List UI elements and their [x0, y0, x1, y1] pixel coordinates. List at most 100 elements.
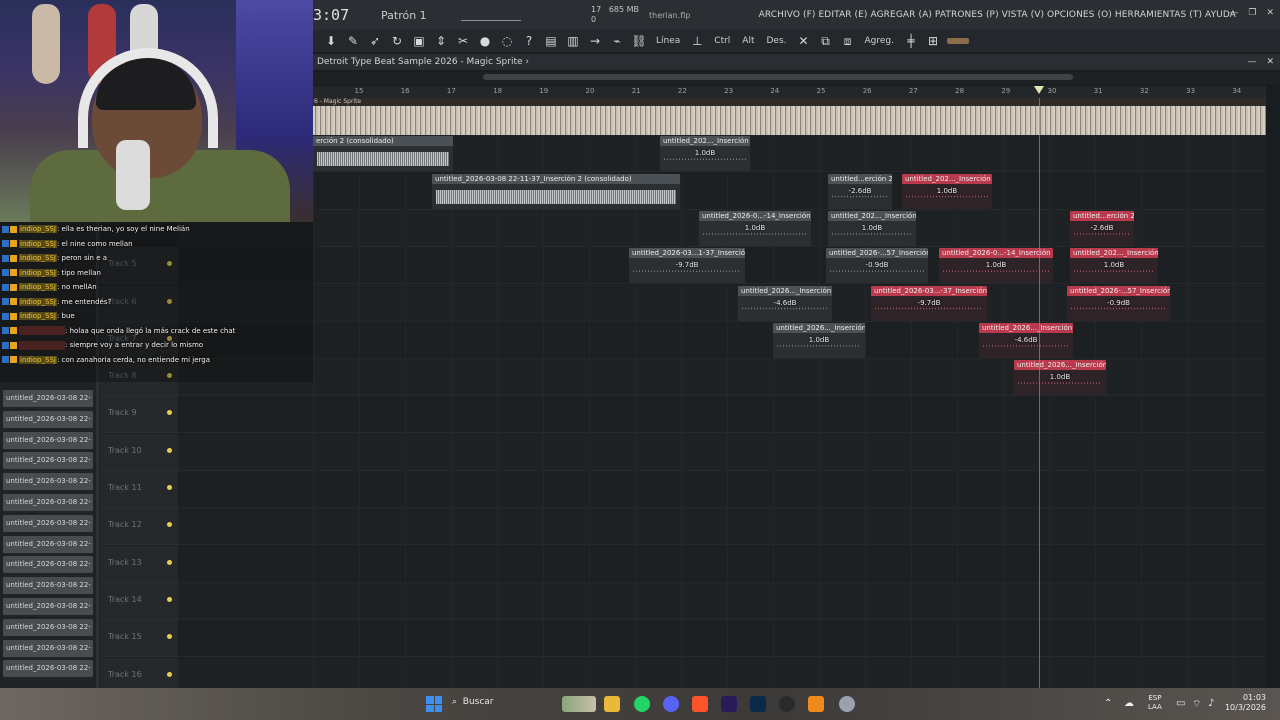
- photoshop-icon[interactable]: [750, 696, 766, 712]
- browser-item[interactable]: untitled_2026-03-08 22-: [3, 556, 93, 574]
- main-menu[interactable]: ARCHIVO (F) EDITAR (E) AGREGAR (A) PATRO…: [759, 10, 1280, 20]
- brave-icon[interactable]: [692, 696, 708, 712]
- browser-item[interactable]: untitled_2026-03-08 22-: [3, 514, 93, 532]
- taskbar-search[interactable]: ⌕ Buscar: [452, 697, 494, 707]
- track-lane[interactable]: [178, 173, 1266, 210]
- ctrl-button[interactable]: Ctrl: [711, 36, 733, 46]
- audio-clip[interactable]: untitled_2026-...57_Inserción 2 -0.9dB: [1067, 285, 1170, 321]
- playlist-icon[interactable]: ▤: [543, 33, 559, 49]
- wifi-icon[interactable]: ⌔: [1192, 698, 1201, 711]
- close-icon[interactable]: ✕: [1266, 54, 1274, 70]
- track-active-led[interactable]: [167, 634, 172, 640]
- mic-icon[interactable]: ●: [477, 33, 493, 49]
- audio-clip[interactable]: untitled_2026..._Inserción 2 -4.6dB: [979, 322, 1073, 358]
- track-active-led[interactable]: [167, 596, 172, 602]
- track-header[interactable]: Track 13: [100, 545, 178, 583]
- audio-clip[interactable]: untitled_2026-0...-14_Inserción 2 1.0dB: [699, 210, 811, 246]
- browser-item[interactable]: untitled_2026-03-08 22-: [3, 431, 93, 449]
- close-icon[interactable]: ✕: [1266, 8, 1274, 18]
- cut-icon[interactable]: ✂: [455, 33, 471, 49]
- browser-item[interactable]: untitled_2026-03-08 22-: [3, 410, 93, 428]
- browser-item[interactable]: untitled_2026-03-08 22-: [3, 660, 93, 678]
- onedrive-icon[interactable]: ☁: [1124, 698, 1134, 709]
- audio-clip[interactable]: untitled_2026-0...-14_Inserción 2 1.0dB: [939, 248, 1053, 284]
- link-icon[interactable]: ⛓: [631, 33, 647, 49]
- audio-clip[interactable]: untitled_202..._Inserción 2 1.0dB: [828, 210, 916, 246]
- audio-clip[interactable]: untitled_202..._Inserción 2 1.0dB: [1070, 248, 1158, 284]
- playhead-marker[interactable]: [1034, 86, 1044, 94]
- des-button[interactable]: Des.: [763, 36, 789, 46]
- audio-clip[interactable]: erción 2 (consolidado): [313, 136, 453, 172]
- timeline-ruler[interactable]: 15 16 17 18 19 20 21 22 23 24 25 26 27 28 29 30 31 32 33 34: [313, 86, 1266, 98]
- slider-icon[interactable]: [947, 38, 969, 44]
- piano-icon[interactable]: ▥: [565, 33, 581, 49]
- audio-clip[interactable]: untitled_202..._Inserción 2 1.0dB: [660, 136, 750, 172]
- track-lane[interactable]: [178, 508, 1266, 546]
- track-lane[interactable]: [178, 657, 1266, 688]
- track-active-led[interactable]: [167, 410, 172, 416]
- brush-icon[interactable]: ➶: [367, 33, 383, 49]
- browser-item[interactable]: untitled_2026-03-08 22-: [3, 390, 93, 407]
- plug-icon[interactable]: ⌁: [609, 33, 625, 49]
- arrow-icon[interactable]: →: [587, 33, 603, 49]
- file-explorer-icon[interactable]: [604, 696, 620, 712]
- track-lane[interactable]: [178, 546, 1266, 583]
- copy-icon[interactable]: ⧉: [818, 33, 834, 49]
- browser-item[interactable]: untitled_2026-03-08 22-: [3, 473, 93, 491]
- master-audio-clip[interactable]: 6 - Magic Sprite: [313, 98, 1266, 135]
- display-icon[interactable]: ▭: [1176, 698, 1185, 709]
- track-active-led[interactable]: [167, 559, 172, 565]
- audio-clip[interactable]: untitled_2026-03...1-37_Inserción 2 -9.7d…: [629, 248, 745, 284]
- playlist-horizontal-scroll[interactable]: [313, 72, 1280, 84]
- browser-item[interactable]: untitled_2026-03-08 22-: [3, 494, 93, 511]
- track-lane[interactable]: [178, 620, 1266, 658]
- magnet-icon[interactable]: ⬇: [323, 33, 339, 49]
- track-header[interactable]: Track 14: [100, 582, 178, 620]
- track-lane[interactable]: [178, 433, 1266, 471]
- add-button[interactable]: Agreg.: [862, 36, 897, 46]
- audio-clip[interactable]: untitled_2026..._Inserción 2 1.0dB: [773, 322, 865, 358]
- mixer-icon[interactable]: ⇕: [433, 33, 449, 49]
- settings-icon[interactable]: [839, 696, 855, 712]
- fl-studio-icon[interactable]: [808, 696, 824, 712]
- track-lane[interactable]: [178, 322, 1266, 359]
- widget-icon[interactable]: [562, 696, 596, 712]
- browser-item[interactable]: untitled_2026-03-08 22-: [3, 535, 93, 553]
- pattern-selector[interactable]: Patrón 1: [381, 9, 451, 22]
- browser-item[interactable]: untitled_2026-03-08 22-: [3, 639, 93, 657]
- track-header[interactable]: Track 10: [100, 433, 178, 471]
- track-lane[interactable]: [178, 396, 1266, 434]
- audio-clip[interactable]: untitled_2026..._Inserción 2 -4.6dB: [738, 285, 832, 321]
- help-icon[interactable]: ?: [521, 33, 537, 49]
- restore-icon[interactable]: ❐: [1248, 8, 1256, 18]
- cart-icon[interactable]: ⊞: [925, 33, 941, 49]
- track-lane[interactable]: [178, 582, 1266, 620]
- browser-item[interactable]: untitled_2026-03-08 22-: [3, 452, 93, 470]
- snap-selector[interactable]: Línea: [653, 36, 683, 46]
- track-lane[interactable]: [178, 471, 1266, 508]
- stamp-icon[interactable]: ⊥: [689, 33, 705, 49]
- loop-icon[interactable]: ↻: [389, 33, 405, 49]
- track-header[interactable]: Track 15: [100, 620, 178, 658]
- pencil-icon[interactable]: ✎: [345, 33, 361, 49]
- language-indicator[interactable]: ESP LAA: [1148, 694, 1162, 712]
- save-icon[interactable]: ▣: [411, 33, 427, 49]
- scroll-thumb[interactable]: [483, 74, 1073, 80]
- start-button[interactable]: [426, 696, 442, 712]
- audio-clip[interactable]: untitled...erción 2 -2.6dB: [1070, 210, 1134, 246]
- fader-icon[interactable]: ╪: [903, 33, 919, 49]
- minimize-icon[interactable]: —: [1229, 8, 1238, 18]
- audio-clip[interactable]: untitled...erción 2 -2.6dB: [828, 173, 892, 209]
- audio-clip[interactable]: untitled_2026-03-08 22-11-37_Inserción 2…: [432, 173, 680, 209]
- comment-icon[interactable]: ◌: [499, 33, 515, 49]
- track-active-led[interactable]: [167, 447, 172, 453]
- delete-icon[interactable]: ✕: [796, 33, 812, 49]
- track-header[interactable]: Track 9: [100, 396, 178, 434]
- audio-clip[interactable]: untitled_2026..._Inserción 2 1.0dB: [1014, 360, 1106, 396]
- audio-clip[interactable]: untitled_2026-...57_Inserción 2 -0.9dB: [826, 248, 928, 284]
- audio-clip[interactable]: untitled_2026-03...-37_Inserción 2 -9.7dB: [871, 285, 987, 321]
- minimize-icon[interactable]: —: [1247, 54, 1256, 70]
- track-header[interactable]: Track 16: [100, 657, 178, 688]
- track-header[interactable]: Track 12: [100, 508, 178, 546]
- discord-icon[interactable]: [663, 696, 679, 712]
